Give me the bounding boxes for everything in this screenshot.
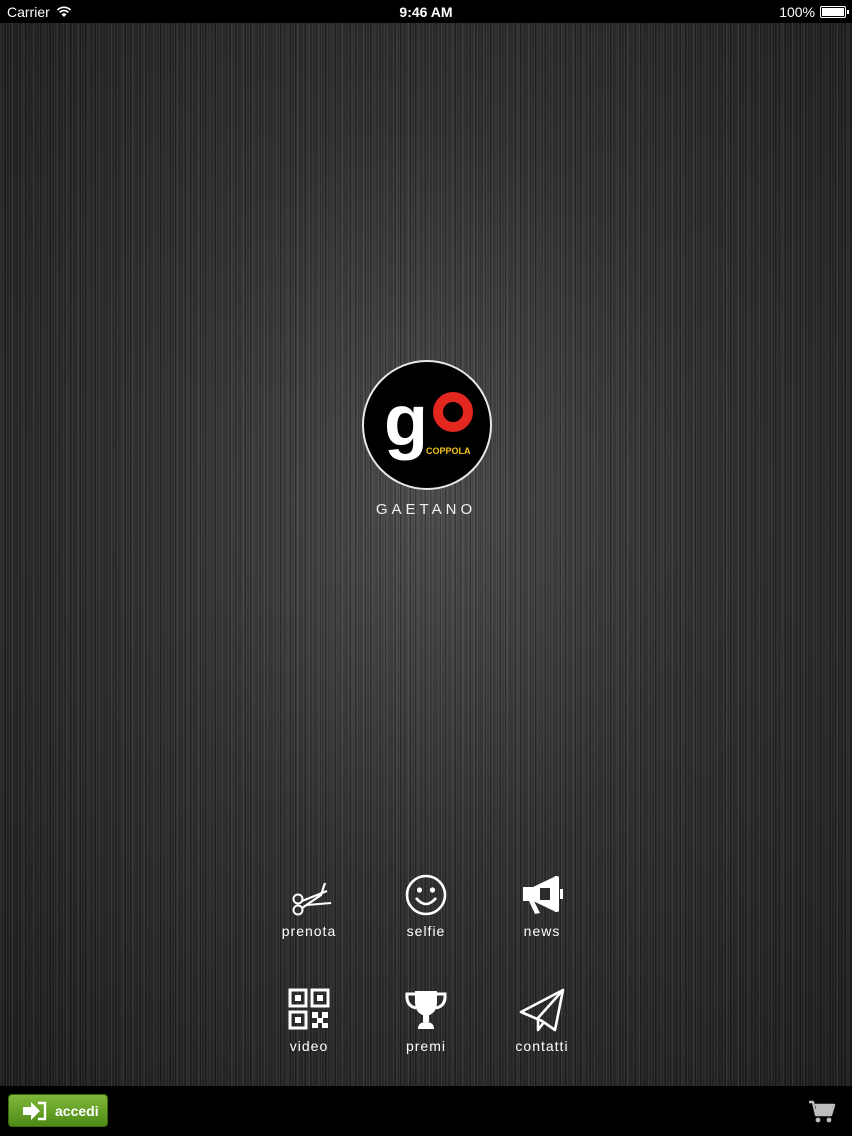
qr-code-icon <box>288 988 330 1030</box>
menu-item-label: premi <box>405 1038 446 1054</box>
brand-name: GAETANO <box>375 501 477 518</box>
menu-item-label: video <box>289 1038 329 1054</box>
menu-item-premi[interactable]: premi <box>376 988 476 1078</box>
menu-item-video[interactable]: video <box>259 988 359 1078</box>
scissors-icon <box>292 882 332 916</box>
menu-item-news[interactable]: news <box>492 873 592 963</box>
trophy-icon <box>405 991 447 1029</box>
menu-item-contatti[interactable]: contatti <box>492 988 592 1078</box>
login-button-label: accedi <box>55 1102 99 1119</box>
menu-item-label: selfie <box>406 923 446 939</box>
brand-logo: g COPPOLA <box>362 360 492 490</box>
status-bar: Carrier 9:46 AM 100% <box>0 0 852 23</box>
bottom-toolbar: accedi <box>0 1086 852 1136</box>
battery-indicator: 100% <box>779 4 849 20</box>
megaphone-icon <box>523 876 563 914</box>
logo-g-letter: g <box>384 381 428 461</box>
login-arrow-icon <box>23 1101 47 1120</box>
cart-icon[interactable] <box>808 1100 836 1124</box>
logo-o-ring <box>433 392 473 432</box>
menu-item-prenota[interactable]: prenota <box>259 873 359 963</box>
logo-subtext: COPPOLA <box>426 446 471 456</box>
battery-icon <box>820 6 849 18</box>
status-time: 9:46 AM <box>399 4 453 20</box>
menu-item-label: contatti <box>515 1038 569 1054</box>
paper-plane-icon <box>519 988 565 1032</box>
smiley-icon <box>405 874 447 916</box>
battery-percent: 100% <box>779 4 815 20</box>
menu-item-label: prenota <box>281 923 337 939</box>
login-button[interactable]: accedi <box>8 1094 108 1127</box>
home-screen: g COPPOLA GAETANO prenota selfie news vi… <box>0 23 852 1086</box>
menu-item-label: news <box>523 923 561 939</box>
menu-item-selfie[interactable]: selfie <box>376 873 476 963</box>
